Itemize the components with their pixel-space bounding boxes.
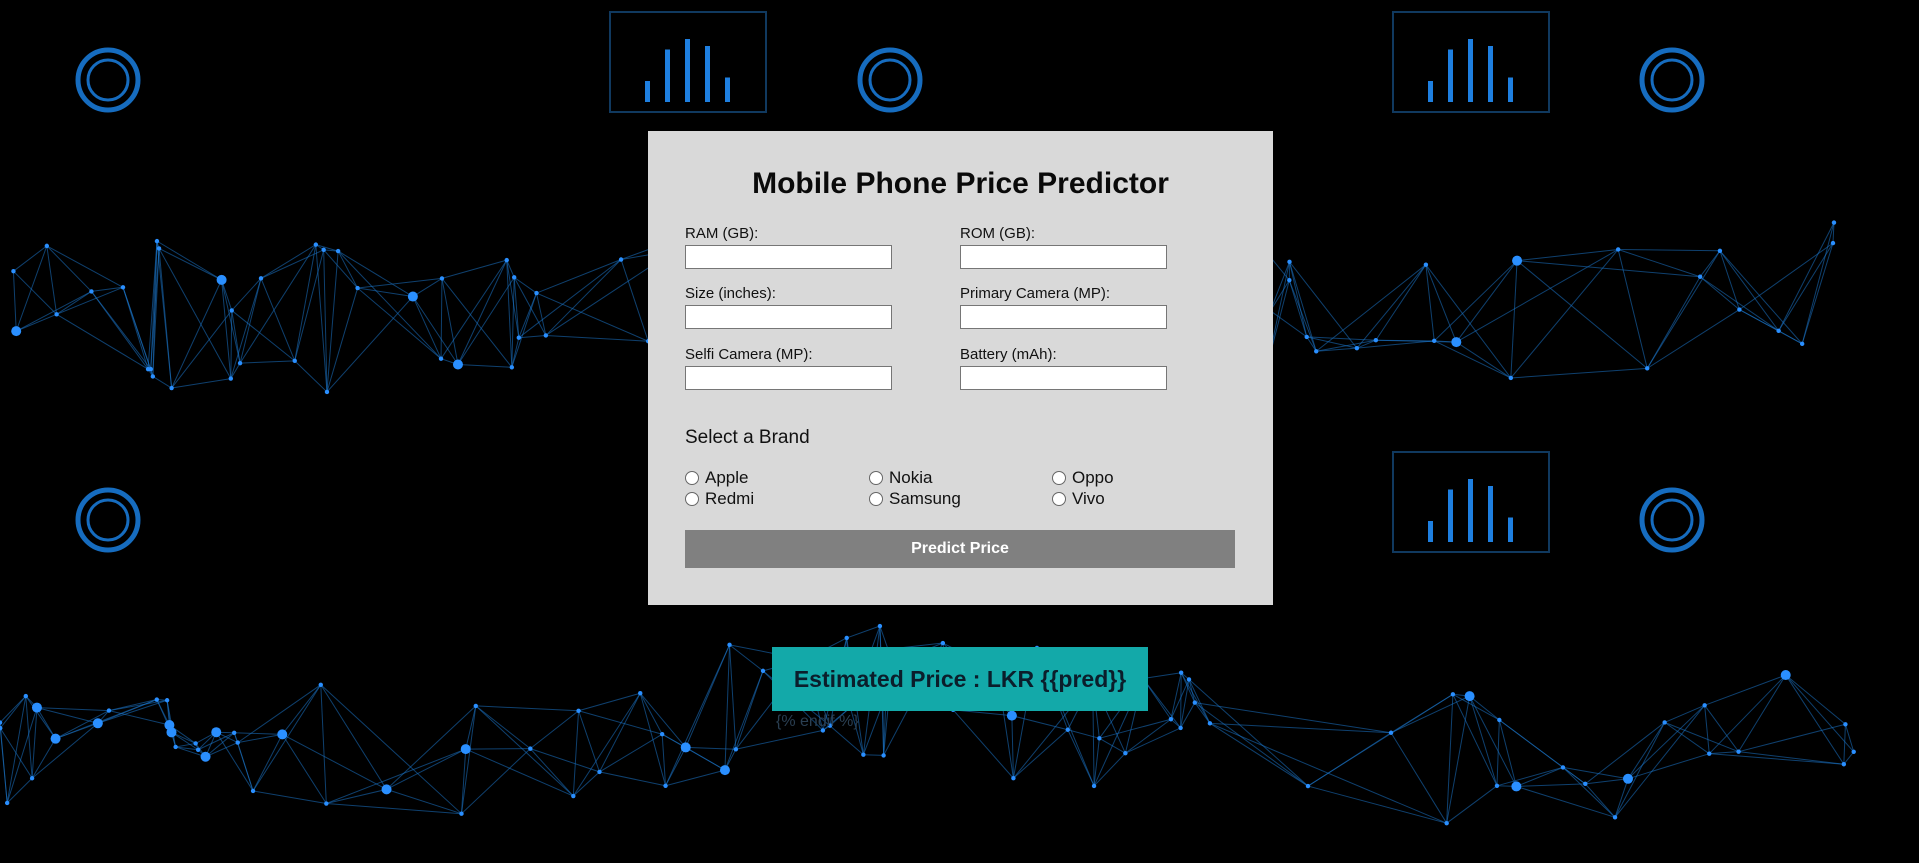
brand-radio-nokia[interactable]: Nokia (869, 468, 932, 488)
radio-circle-icon[interactable] (1052, 471, 1066, 485)
brand-label: Vivo (1072, 489, 1105, 508)
page-title: Mobile Phone Price Predictor (752, 167, 1169, 200)
selfi-camera-field-group: Selfi Camera (MP): (685, 346, 895, 390)
brand-label: Nokia (889, 468, 933, 487)
radio-circle-icon[interactable] (1052, 492, 1066, 506)
brand-label: Apple (705, 468, 749, 487)
size-field-group: Size (inches): (685, 285, 895, 329)
battery-input[interactable] (960, 366, 1167, 390)
size-label: Size (inches): (685, 285, 776, 302)
brand-radio-oppo[interactable]: Oppo (1052, 468, 1114, 488)
selfi-camera-label: Selfi Camera (MP): (685, 346, 813, 363)
primary-camera-label: Primary Camera (MP): (960, 285, 1111, 302)
battery-field-group: Battery (mAh): (960, 346, 1170, 390)
rom-input[interactable] (960, 245, 1167, 269)
ram-input[interactable] (685, 245, 892, 269)
brand-label: Samsung (889, 489, 961, 508)
brand-radio-redmi[interactable]: Redmi (685, 489, 754, 509)
battery-label: Battery (mAh): (960, 346, 1057, 363)
estimated-price-result: Estimated Price : LKR {{pred}} (772, 647, 1148, 711)
radio-circle-icon[interactable] (685, 471, 699, 485)
brand-heading: Select a Brand (685, 427, 810, 448)
rom-field-group: ROM (GB): (960, 225, 1170, 269)
selfi-camera-input[interactable] (685, 366, 892, 390)
brand-radio-apple[interactable]: Apple (685, 468, 748, 488)
template-endif-text: {% endif %} (776, 713, 859, 730)
size-input[interactable] (685, 305, 892, 329)
brand-label: Redmi (705, 489, 755, 508)
radio-circle-icon[interactable] (869, 492, 883, 506)
radio-circle-icon[interactable] (685, 492, 699, 506)
brand-radio-vivo[interactable]: Vivo (1052, 489, 1105, 509)
ram-field-group: RAM (GB): (685, 225, 895, 269)
ram-label: RAM (GB): (685, 225, 759, 242)
predict-price-button[interactable]: Predict Price (685, 530, 1235, 568)
rom-label: ROM (GB): (960, 225, 1035, 242)
predictor-form: Mobile Phone Price Predictor RAM (GB): R… (648, 131, 1273, 605)
brand-radio-samsung[interactable]: Samsung (869, 489, 961, 509)
radio-circle-icon[interactable] (869, 471, 883, 485)
brand-label: Oppo (1072, 468, 1114, 487)
primary-camera-field-group: Primary Camera (MP): (960, 285, 1170, 329)
primary-camera-input[interactable] (960, 305, 1167, 329)
